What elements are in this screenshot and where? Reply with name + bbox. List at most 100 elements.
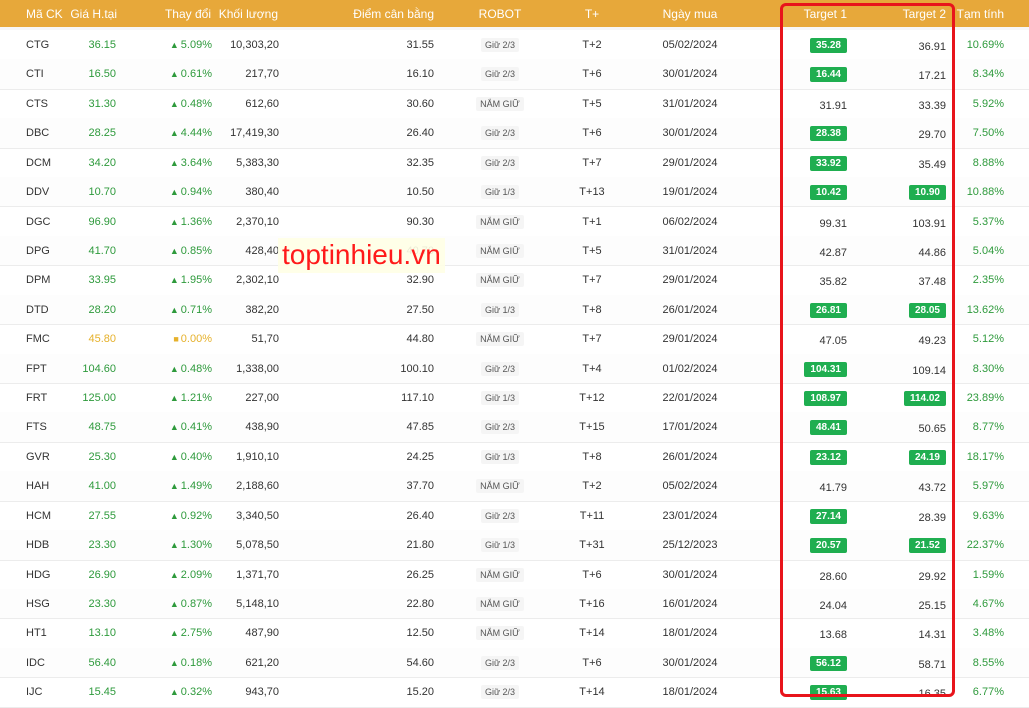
cell-symbol[interactable]: CTG: [26, 39, 49, 51]
cell-symbol[interactable]: DBC: [26, 127, 49, 139]
cell-target2: 10.90: [908, 185, 946, 201]
table-row[interactable]: DPG41.70▲0.85%428,4040.70NẮM GIỮT+531/01…: [0, 235, 1029, 267]
col-header-symbol[interactable]: Mã CK: [26, 7, 63, 21]
cell-buy-date: 05/02/2024: [662, 480, 718, 493]
cell-symbol[interactable]: DTD: [26, 304, 49, 316]
cell-symbol[interactable]: FMC: [26, 333, 50, 345]
table-row[interactable]: HDB 23.30 ▲ 1.30% 5,078,50 21.80 Giữ 1/3 T+31 25…: [0, 530, 1029, 561]
table-row[interactable]: HCM 27.55 ▲ 0.92% 3,340,50 26.40 Giữ 2/3 T+11 23…: [0, 501, 1029, 532]
cell-symbol[interactable]: HAH: [26, 480, 49, 492]
cell-breakeven: 15.20: [406, 686, 434, 699]
change-value: 1.36%: [180, 215, 212, 228]
table-row[interactable]: CTG 36.15 ▲ 5.09% 10,303,20 31.55 Giữ 2/3 T+2 05…: [0, 30, 1029, 61]
table-row[interactable]: GVR 25.30 ▲ 0.40% 1,910,10 24.25 Giữ 1/3 T+8 26/…: [0, 442, 1029, 473]
cell-symbol[interactable]: GVR: [26, 451, 50, 463]
cell-tplus: T+7: [582, 156, 602, 169]
table-row[interactable]: CTS 31.30 ▲ 0.48% 612,60 30.60 NẮM GIỮ T+5 31/01…: [0, 89, 1029, 120]
table-row[interactable]: HAH 41.00 ▲ 1.49% 2,188,60 37.70 NẮM GIỮ T+2 05/…: [0, 471, 1029, 502]
table-row[interactable]: HT1 13.10 ▲ 2.75% 487,90 12.50 NẮM GIỮ T+14 18/0…: [0, 618, 1029, 649]
change-value: 1.21%: [180, 392, 212, 405]
cell-temp: 8.88%: [972, 156, 1004, 169]
target2-value: 24.19: [908, 449, 946, 465]
cell-breakeven: 117.10: [401, 392, 434, 405]
cell-symbol[interactable]: DDV: [26, 186, 49, 198]
cell-symbol[interactable]: DPG: [26, 245, 50, 257]
cell-robot: Giữ 2/3: [460, 361, 540, 377]
cell-tplus: T+16: [579, 597, 605, 610]
cell-tplus: T+7: [582, 274, 602, 287]
cell-buy-date: 30/01/2024: [662, 68, 718, 81]
table-row[interactable]: DBC 28.25 ▲ 4.44% 17,419,30 26.40 Giữ 2/3 T+6 30…: [0, 118, 1029, 149]
table-row[interactable]: HDG 26.90 ▲ 2.09% 1,371,70 26.25 NẮM GIỮ T+6 30/…: [0, 560, 1029, 590]
cell-breakeven: 16.10: [406, 68, 434, 81]
col-header-price[interactable]: Giá H.tại: [70, 7, 117, 21]
col-header-tplus[interactable]: T+: [562, 7, 622, 21]
cell-tplus: T+2: [582, 39, 602, 51]
cell-temp: 8.30%: [972, 362, 1004, 375]
target2-value: 58.71: [918, 658, 946, 671]
cell-robot: Giữ 2/3: [460, 508, 540, 524]
cell-temp: 18.17%: [966, 450, 1004, 463]
change-value: 0.41%: [180, 421, 212, 434]
table-row[interactable]: DGC 96.90 ▲ 1.36% 2,370,10 90.30 NẮM GIỮ T+1 06/…: [0, 207, 1029, 237]
cell-tplus: T+13: [579, 186, 605, 199]
cell-symbol[interactable]: FRT: [26, 392, 47, 404]
target2-value: 49.23: [918, 335, 946, 348]
table-row[interactable]: CTI 16.50 ▲ 0.61% 217,70 16.10 Giữ 2/3 T+6 30/01…: [0, 59, 1029, 90]
cell-price: 10.70: [88, 186, 116, 199]
table-row[interactable]: FPT 104.60 ▲ 0.48% 1,338,00 100.10 Giữ 2/3 T+4 0…: [0, 353, 1029, 384]
cell-symbol[interactable]: DPM: [26, 274, 50, 286]
cell-symbol[interactable]: CTI: [26, 68, 44, 80]
table-row[interactable]: IJC 15.45 ▲ 0.32% 943,70 15.20 Giữ 2/3 T+14 18/0…: [0, 677, 1029, 708]
col-header-change[interactable]: Thay đổi: [165, 7, 211, 21]
target1-value: 15.63: [809, 685, 847, 701]
col-header-robot[interactable]: ROBOT: [460, 7, 540, 21]
cell-temp: 3.48%: [972, 627, 1004, 640]
table-row[interactable]: IDC 56.40 ▲ 0.18% 621,20 54.60 Giữ 2/3 T+6 30/01…: [0, 647, 1029, 679]
table-row[interactable]: FMC 45.80 ■ 0.00% 51,70 44.80 NẮM GIỮ T+7 29/01/…: [0, 324, 1029, 355]
col-header-breakeven[interactable]: Điểm cân bằng: [353, 7, 434, 21]
cell-breakeven: 32.90: [406, 274, 434, 287]
table-row[interactable]: FRT 125.00 ▲ 1.21% 227,00 117.10 Giữ 1/3 T+12 22…: [0, 383, 1029, 414]
target1-value: 13.68: [819, 629, 847, 642]
cell-target2: 14.31: [918, 627, 946, 643]
table-row[interactable]: HSG 23.30 ▲ 0.87% 5,148,10 22.80 NẮM GIỮ T+16 16…: [0, 588, 1029, 620]
cell-symbol[interactable]: HSG: [26, 598, 50, 610]
triangle-up-icon: ▲: [169, 422, 179, 433]
col-header-temp[interactable]: Tạm tính: [957, 7, 1004, 21]
cell-change: ▲ 1.21%: [170, 392, 212, 404]
cell-symbol[interactable]: IJC: [26, 686, 43, 698]
cell-tplus: T+5: [582, 244, 602, 257]
table-row[interactable]: DTD 28.20 ▲ 0.71% 382,20 27.50 Giữ 1/3 T+8 26/01…: [0, 294, 1029, 326]
cell-symbol[interactable]: DGC: [26, 216, 50, 228]
cell-target2: 28.39: [918, 510, 946, 526]
cell-breakeven: 26.40: [406, 127, 434, 140]
robot-badge: Giữ 2/3: [480, 67, 520, 82]
cell-target2: 37.48: [918, 274, 946, 290]
cell-symbol[interactable]: CTS: [26, 98, 48, 110]
cell-price: 34.20: [88, 156, 116, 169]
table-row[interactable]: DCM 34.20 ▲ 3.64% 5,383,30 32.35 Giữ 2/3 T+7 29/…: [0, 148, 1029, 179]
target1-value: 47.05: [819, 335, 847, 348]
cell-symbol[interactable]: HDG: [26, 569, 50, 581]
cell-buy-date: 29/01/2024: [662, 156, 718, 169]
cell-symbol[interactable]: HT1: [26, 627, 47, 639]
cell-target2: 29.92: [918, 569, 946, 585]
table-row[interactable]: DPM 33.95 ▲ 1.95% 2,302,10 32.90 NẮM GIỮ T+7 29/…: [0, 265, 1029, 296]
robot-badge: Giữ 2/3: [480, 685, 520, 700]
triangle-up-icon: ▲: [169, 157, 179, 168]
cell-symbol[interactable]: FTS: [26, 421, 47, 433]
cell-symbol[interactable]: HDB: [26, 539, 49, 551]
col-header-buy-date[interactable]: Ngày mua: [650, 7, 730, 21]
table-row[interactable]: DDV 10.70 ▲ 0.94% 380,40 10.50 Giữ 1/3 T+13 19/0…: [0, 177, 1029, 208]
cell-symbol[interactable]: HCM: [26, 510, 51, 522]
cell-tplus: T+14: [579, 686, 605, 699]
cell-tplus: T+14: [579, 627, 605, 640]
cell-symbol[interactable]: FPT: [26, 363, 47, 375]
cell-symbol[interactable]: DCM: [26, 157, 51, 169]
table-row[interactable]: FTS 48.75 ▲ 0.41% 438,90 47.85 Giữ 2/3 T+15 17/0…: [0, 412, 1029, 443]
col-header-target2[interactable]: Target 2: [903, 7, 946, 21]
cell-symbol[interactable]: IDC: [26, 657, 45, 669]
col-header-target1[interactable]: Target 1: [804, 7, 847, 21]
col-header-volume[interactable]: Khối lượng: [219, 7, 278, 21]
